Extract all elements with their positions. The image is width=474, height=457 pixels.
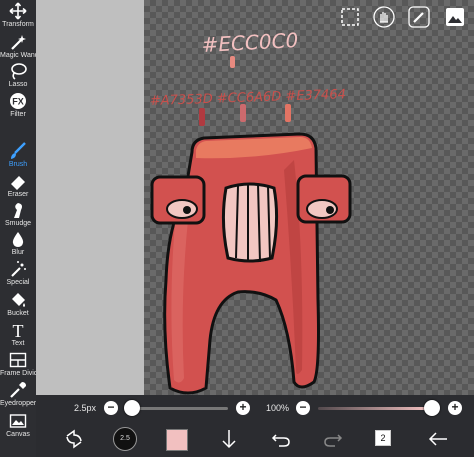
tool-label: Blur: [11, 249, 25, 256]
handwritten-hex-row: #A7353D #CC6A6D #E37464: [150, 87, 347, 109]
brush-size-value: 2.5px: [74, 403, 97, 413]
drawing-canvas[interactable]: #ECC0C0 #A7353D #CC6A6D #E37464: [144, 0, 474, 395]
brush-size-increase-button[interactable]: +: [236, 401, 250, 415]
left-eye: [166, 199, 198, 219]
svg-text:T: T: [13, 321, 24, 339]
opacity-decrease-button[interactable]: −: [296, 401, 310, 415]
eraser-icon: [11, 176, 25, 190]
handwritten-hex-top: #ECC0C0: [201, 28, 299, 57]
tool-eraser[interactable]: Eraser: [0, 172, 36, 198]
left-pupil: [183, 206, 191, 214]
current-color-swatch[interactable]: [166, 429, 188, 451]
tool-label: Smudge: [4, 220, 32, 227]
eyedropper-icon: [10, 382, 26, 398]
tool-label: Canvas: [6, 431, 30, 438]
tool-label: Magic Wand: [0, 52, 39, 59]
transform-icon: [9, 2, 27, 20]
arrow-left-icon: [428, 432, 447, 446]
tool-smudge[interactable]: Smudge: [0, 201, 36, 227]
back-button[interactable]: [427, 427, 449, 451]
undo-icon: [271, 434, 290, 447]
brush-size-decrease-button[interactable]: −: [104, 401, 118, 415]
bottom-toolbar: 2.5 2: [36, 422, 474, 457]
blur-icon: [12, 232, 24, 247]
opacity-increase-button[interactable]: +: [448, 401, 462, 415]
magic-wand-icon: [11, 35, 26, 50]
selection-button[interactable]: [339, 6, 361, 28]
tool-label: Frame Divider: [0, 370, 44, 377]
gallery-icon: [446, 8, 464, 26]
tool-eyedropper[interactable]: Eyedropper: [0, 381, 36, 407]
swatch-mark: [285, 104, 291, 122]
opacity-slider[interactable]: [318, 407, 428, 410]
smudge-icon: [14, 203, 22, 218]
tool-label: Filter: [10, 111, 26, 118]
tool-transform[interactable]: Transform: [0, 2, 36, 28]
swatch-mark: [199, 108, 205, 126]
workspace-background: [36, 0, 144, 395]
right-pupil: [326, 206, 334, 214]
redo-button[interactable]: [322, 427, 344, 451]
left-toolbar: Transform Magic Wand Lasso FX Filter Bru…: [0, 0, 44, 457]
tool-label: Brush: [8, 161, 28, 168]
rotate-arrows-icon: [66, 429, 82, 449]
tool-text[interactable]: T Text: [0, 321, 36, 347]
hand-icon: [373, 6, 395, 28]
arrow-down-icon: [222, 430, 236, 449]
filter-icon: FX: [10, 93, 26, 109]
layers-button[interactable]: 2: [375, 430, 391, 446]
brush-slider-bar: 2.5px − + 100% − +: [36, 395, 474, 422]
tool-label: Lasso: [8, 81, 28, 88]
svg-text:FX: FX: [12, 97, 24, 107]
lasso-icon: [11, 63, 27, 80]
tool-frame-divider[interactable]: Frame Divider: [0, 351, 44, 377]
swatch-mark: [240, 104, 246, 122]
selection-icon: [341, 8, 359, 26]
tool-blur[interactable]: Blur: [0, 230, 36, 256]
tool-magic-wand[interactable]: Magic Wand: [0, 33, 39, 59]
special-icon: [11, 261, 26, 277]
bucket-icon: [12, 293, 25, 307]
canvas-icon: [9, 414, 27, 428]
quick-menu-button[interactable]: [62, 427, 86, 451]
tool-label: Bucket: [7, 310, 29, 317]
redo-icon: [324, 434, 343, 447]
pen-settings-button[interactable]: [408, 6, 430, 28]
tool-label: Special: [6, 279, 30, 286]
brush-size-knob[interactable]: [124, 400, 140, 416]
down-button[interactable]: [219, 427, 239, 451]
text-icon: T: [13, 321, 24, 339]
tool-brush[interactable]: Brush: [0, 142, 36, 168]
tool-label: Eraser: [7, 191, 29, 198]
gesture-button[interactable]: [373, 6, 395, 28]
gallery-button[interactable]: [444, 6, 466, 28]
tool-lasso[interactable]: Lasso: [0, 62, 36, 88]
brush-icon: [11, 142, 26, 159]
tool-label: Transform: [2, 21, 34, 28]
frame-divider-icon: [9, 352, 27, 368]
undo-button[interactable]: [270, 427, 292, 451]
opacity-value: 100%: [266, 403, 290, 413]
tool-canvas[interactable]: Canvas: [0, 412, 36, 438]
pencil-icon: [408, 6, 430, 28]
tool-label: Text: [11, 340, 25, 347]
tool-special[interactable]: Special: [0, 260, 36, 286]
opacity-knob[interactable]: [424, 400, 440, 416]
swatch-mark: [230, 56, 235, 68]
tool-label: Eyedropper: [0, 400, 37, 407]
tool-bucket[interactable]: Bucket: [0, 291, 36, 317]
artwork: #ECC0C0 #A7353D #CC6A6D #E37464: [150, 28, 352, 395]
brush-size-slider[interactable]: [128, 407, 228, 410]
brush-size-indicator[interactable]: 2.5: [113, 427, 137, 451]
tool-filter[interactable]: FX Filter: [0, 92, 36, 118]
